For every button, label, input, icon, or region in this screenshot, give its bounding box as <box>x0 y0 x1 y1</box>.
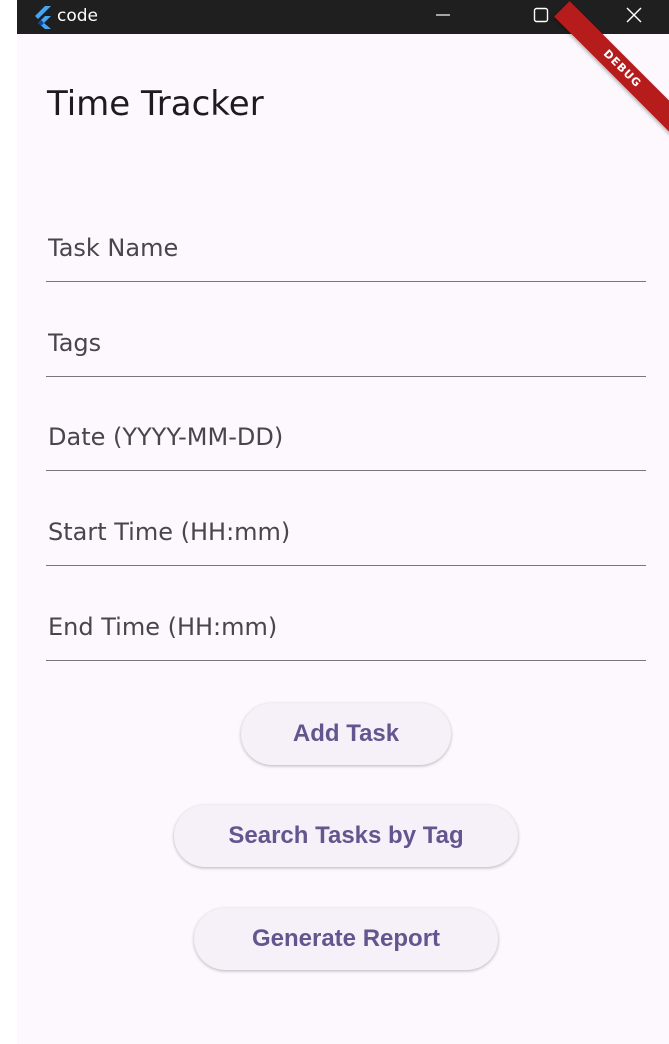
app-window: code DEBUG Time Tracker Add Task <box>17 0 669 1044</box>
flutter-logo-icon <box>31 5 55 29</box>
search-tasks-by-tag-button[interactable]: Search Tasks by Tag <box>174 805 518 867</box>
end-time-field <box>46 601 650 661</box>
end-time-input[interactable] <box>46 607 650 647</box>
minimize-icon <box>435 7 451 27</box>
start-time-field <box>46 506 650 566</box>
generate-report-button[interactable]: Generate Report <box>194 908 498 970</box>
date-field <box>46 411 650 471</box>
date-input[interactable] <box>46 417 650 457</box>
maximize-icon <box>533 7 549 27</box>
window-title: code <box>57 6 98 26</box>
close-button[interactable] <box>610 0 658 34</box>
start-time-input[interactable] <box>46 512 650 552</box>
minimize-button[interactable] <box>419 0 467 34</box>
task-name-field <box>46 222 650 282</box>
close-icon <box>625 6 643 28</box>
task-name-input[interactable] <box>46 228 650 268</box>
add-task-button[interactable]: Add Task <box>241 703 451 765</box>
tags-input[interactable] <box>46 323 650 363</box>
tags-field <box>46 317 650 377</box>
page-title: Time Tracker <box>47 84 264 124</box>
